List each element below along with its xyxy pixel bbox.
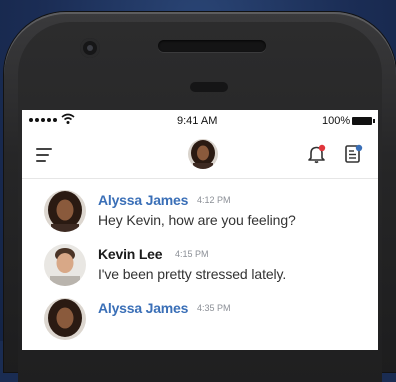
wifi-icon bbox=[61, 113, 75, 124]
list-item[interactable]: Alyssa James 4:12 PM Hey Kevin, how are … bbox=[22, 186, 378, 236]
message-time: 4:35 PM bbox=[197, 303, 231, 313]
earpiece-speaker bbox=[158, 40, 266, 52]
list-item[interactable]: Kevin Lee 4:15 PM I've been pretty stres… bbox=[22, 240, 378, 290]
proximity-sensor bbox=[190, 82, 228, 92]
sender-name: Alyssa James bbox=[98, 192, 189, 208]
avatar bbox=[44, 190, 86, 232]
sender-name: Kevin Lee bbox=[98, 246, 163, 262]
list-item[interactable]: Alyssa James 4:35 PM bbox=[22, 294, 378, 344]
status-time: 9:41 AM bbox=[177, 115, 218, 127]
message-text: I've been pretty stressed lately. bbox=[98, 266, 287, 282]
sender-name: Alyssa James bbox=[98, 300, 189, 316]
front-camera bbox=[80, 38, 100, 58]
battery-percentage: 100% bbox=[322, 115, 351, 127]
status-bar: 9:41 AM 100% bbox=[22, 110, 378, 132]
signal-dots-icon bbox=[29, 118, 57, 122]
avatar bbox=[44, 298, 86, 340]
hamburger-icon[interactable] bbox=[36, 148, 52, 166]
avatar bbox=[44, 244, 86, 286]
message-text: Hey Kevin, how are you feeling? bbox=[98, 212, 296, 228]
avatar[interactable] bbox=[188, 139, 218, 169]
nav-bar bbox=[22, 132, 378, 179]
message-time: 4:15 PM bbox=[175, 249, 209, 259]
battery-icon bbox=[352, 117, 375, 125]
message-time: 4:12 PM bbox=[197, 195, 231, 205]
bell-icon[interactable] bbox=[306, 143, 328, 165]
app-screen: 9:41 AM 100% Alyssa James 4:12 PM Hey Ke… bbox=[22, 110, 378, 350]
notes-icon[interactable] bbox=[342, 143, 364, 165]
